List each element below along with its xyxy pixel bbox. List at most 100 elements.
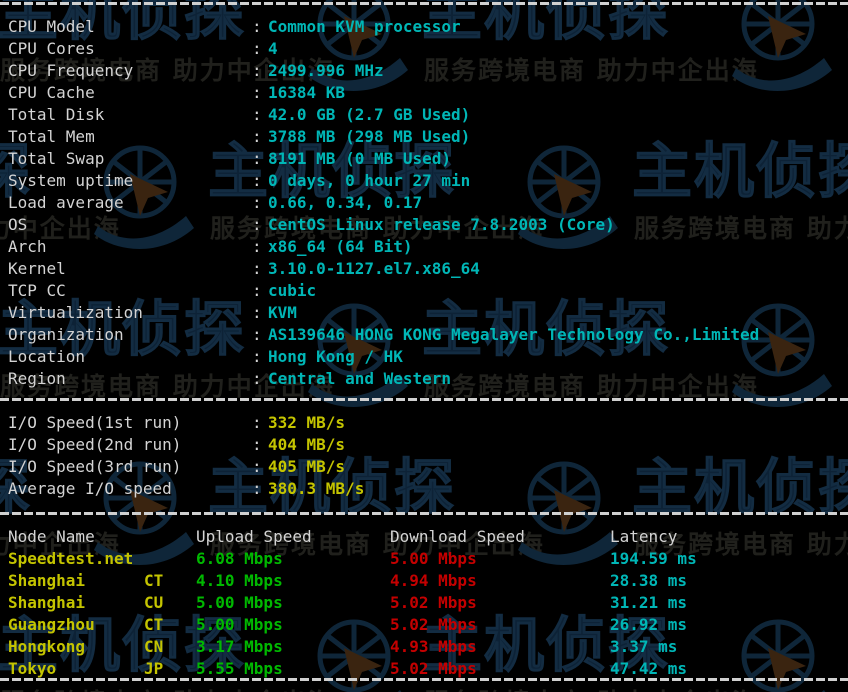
system-info-value: 8191 MB (0 MB Used) <box>268 149 452 168</box>
speedtest-node-name: Shanghai <box>8 571 86 590</box>
speedtest-node-name: Tokyo <box>8 659 57 678</box>
speedtest-download: 5.02 Mbps <box>390 659 477 678</box>
separator-top <box>0 2 848 5</box>
system-info-value: 16384 KB <box>268 83 346 102</box>
speedtest-latency: 31.21 ms <box>610 593 688 612</box>
system-info-colon: : <box>252 149 262 168</box>
io-speed-label: I/O Speed(3rd run) <box>8 457 182 476</box>
system-info-label: Load average <box>8 193 124 212</box>
terminal-window: 主机侦探服务跨境电商 助力中企出海主机侦探服务跨境电商 助力中企出海主机侦探服务… <box>0 0 848 692</box>
speedtest-latency: 194.59 ms <box>610 549 697 568</box>
speedtest-upload: 5.00 Mbps <box>196 593 283 612</box>
system-info-label: Location <box>8 347 86 366</box>
system-info-value: x86_64 (64 Bit) <box>268 237 413 256</box>
system-info-value: cubic <box>268 281 317 300</box>
system-info-colon: : <box>252 83 262 102</box>
speedtest-download: 5.02 Mbps <box>390 593 477 612</box>
speedtest-upload: 5.55 Mbps <box>196 659 283 678</box>
separator-speedtest <box>0 512 848 515</box>
system-info-colon: : <box>252 237 262 256</box>
speedtest-download: 4.94 Mbps <box>390 571 477 590</box>
system-info-label: Arch <box>8 237 47 256</box>
system-info-label: TCP CC <box>8 281 66 300</box>
system-info-label: CPU Model <box>8 17 95 36</box>
system-info-colon: : <box>252 303 262 322</box>
system-info-label: Organization <box>8 325 124 344</box>
system-info-colon: : <box>252 61 262 80</box>
speedtest-latency: 47.42 ms <box>610 659 688 678</box>
terminal-screen: CPU Model: Common KVM processor CPU Cores:… <box>0 0 848 692</box>
system-info-value: 3.10.0-1127.el7.x86_64 <box>268 259 480 278</box>
speedtest-node-name: Guangzhou <box>8 615 95 634</box>
speedtest-isp: CT <box>144 571 164 590</box>
system-info-label: Kernel <box>8 259 66 278</box>
system-info-label: System uptime <box>8 171 134 190</box>
speedtest-latency: 3.37 ms <box>610 637 678 656</box>
speedtest-isp: CU <box>144 593 164 612</box>
system-info-value: Central and Western <box>268 369 452 388</box>
speedtest-upload: 4.10 Mbps <box>196 571 283 590</box>
separator-bottom <box>0 678 848 681</box>
speedtest-isp: CN <box>144 637 164 656</box>
speedtest-upload: 5.00 Mbps <box>196 615 283 634</box>
speedtest-node-name: Hongkong <box>8 637 86 656</box>
system-info-value: 3788 MB (298 MB Used) <box>268 127 471 146</box>
system-info-value: Hong Kong / HK <box>268 347 403 366</box>
system-info-colon: : <box>252 193 262 212</box>
system-info-label: CPU Cache <box>8 83 95 102</box>
header-latency: Latency <box>610 527 678 546</box>
speedtest-node-name: Shanghai <box>8 593 86 612</box>
speedtest-latency: 26.92 ms <box>610 615 688 634</box>
speedtest-download: 5.02 Mbps <box>390 615 477 634</box>
header-upload-speed: Upload Speed <box>196 527 312 546</box>
system-info-colon: : <box>252 171 262 190</box>
header-node-name: Node Name <box>8 527 95 546</box>
system-info-colon: : <box>252 259 262 278</box>
system-info-colon: : <box>252 127 262 146</box>
speedtest-isp: CT <box>144 615 164 634</box>
system-info-label: Total Mem <box>8 127 95 146</box>
system-info-colon: : <box>252 369 262 388</box>
system-info-colon: : <box>252 39 262 58</box>
io-speed-colon: : <box>252 457 262 476</box>
separator-io <box>0 398 848 401</box>
io-speed-value: 405 MB/s <box>268 457 346 476</box>
system-info-value: 4 <box>268 39 278 58</box>
speedtest-upload: 6.08 Mbps <box>196 549 283 568</box>
system-info-label: Region <box>8 369 66 388</box>
system-info-value: CentOS Linux release 7.8.2003 (Core) <box>268 215 615 234</box>
speedtest-download: 4.93 Mbps <box>390 637 477 656</box>
system-info-value: AS139646 HONG KONG Megalayer Technology … <box>268 325 760 344</box>
system-info-colon: : <box>252 347 262 366</box>
system-info-label: Total Swap <box>8 149 105 168</box>
system-info-label: OS <box>8 215 28 234</box>
speedtest-isp: JP <box>144 659 164 678</box>
system-info-value: Common KVM processor <box>268 17 461 36</box>
system-info-label: CPU Frequency <box>8 61 134 80</box>
io-speed-colon: : <box>252 479 262 498</box>
io-speed-label: I/O Speed(2nd run) <box>8 435 182 454</box>
system-info-value: 42.0 GB (2.7 GB Used) <box>268 105 471 124</box>
header-download-speed: Download Speed <box>390 527 525 546</box>
io-speed-label: Average I/O speed <box>8 479 172 498</box>
speedtest-download: 5.00 Mbps <box>390 549 477 568</box>
system-info-label: Virtualization <box>8 303 143 322</box>
io-speed-label: I/O Speed(1st run) <box>8 413 182 432</box>
io-speed-value: 380.3 MB/s <box>268 479 365 498</box>
speedtest-upload: 3.17 Mbps <box>196 637 283 656</box>
system-info-colon: : <box>252 325 262 344</box>
io-speed-value: 404 MB/s <box>268 435 346 454</box>
io-speed-colon: : <box>252 413 262 432</box>
system-info-colon: : <box>252 281 262 300</box>
io-speed-value: 332 MB/s <box>268 413 346 432</box>
system-info-colon: : <box>252 215 262 234</box>
system-info-value: 0 days, 0 hour 27 min <box>268 171 471 190</box>
system-info-label: Total Disk <box>8 105 105 124</box>
speedtest-latency: 28.38 ms <box>610 571 688 590</box>
system-info-label: CPU Cores <box>8 39 95 58</box>
system-info-value: KVM <box>268 303 297 322</box>
system-info-colon: : <box>252 17 262 36</box>
system-info-value: 0.66, 0.34, 0.17 <box>268 193 423 212</box>
io-speed-colon: : <box>252 435 262 454</box>
system-info-value: 2499.996 MHz <box>268 61 384 80</box>
